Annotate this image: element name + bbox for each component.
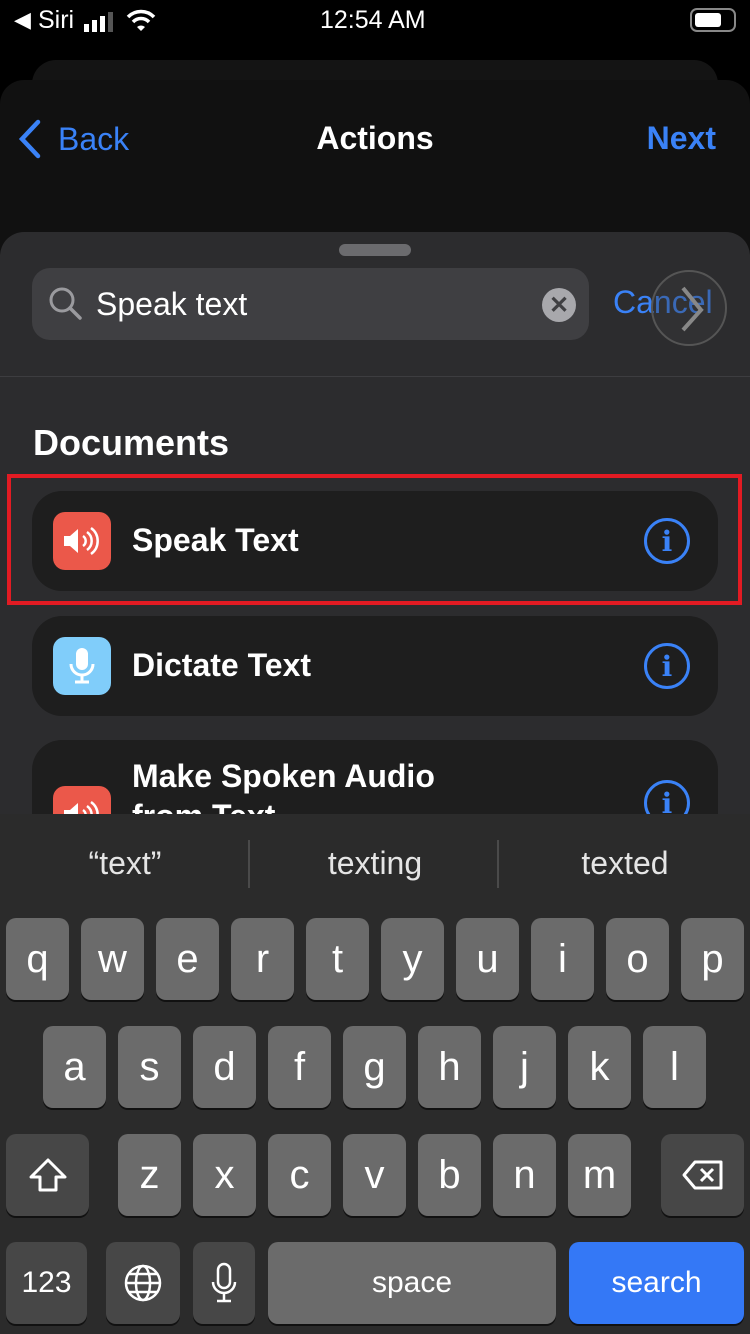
key-o[interactable]: o bbox=[606, 918, 669, 1000]
globe-key[interactable] bbox=[106, 1242, 180, 1324]
action-label: Dictate Text bbox=[132, 647, 312, 683]
back-arrow-icon[interactable]: ◀ bbox=[14, 7, 31, 33]
key-r[interactable]: r bbox=[231, 918, 294, 1000]
key-b[interactable]: b bbox=[418, 1134, 481, 1216]
sheet-grabber[interactable] bbox=[339, 244, 411, 256]
numbers-key[interactable]: 123 bbox=[6, 1242, 87, 1324]
battery-icon bbox=[690, 8, 736, 32]
search-icon bbox=[49, 287, 82, 320]
section-title: Documents bbox=[33, 422, 230, 463]
key-u[interactable]: u bbox=[456, 918, 519, 1000]
key-s[interactable]: s bbox=[118, 1026, 181, 1108]
clock: 12:54 AM bbox=[320, 6, 426, 34]
key-e[interactable]: e bbox=[156, 918, 219, 1000]
microphone-icon bbox=[211, 1262, 237, 1303]
back-app-label[interactable]: Siri bbox=[38, 6, 74, 35]
key-h[interactable]: h bbox=[418, 1026, 481, 1108]
delete-key[interactable] bbox=[661, 1134, 744, 1216]
suggestion[interactable]: texted bbox=[500, 814, 750, 912]
key-m[interactable]: m bbox=[568, 1134, 631, 1216]
key-w[interactable]: w bbox=[81, 918, 144, 1000]
page-title: Actions bbox=[316, 120, 434, 156]
key-x[interactable]: x bbox=[193, 1134, 256, 1216]
status-bar: ◀ Siri 12:54 AM bbox=[0, 0, 750, 40]
key-v[interactable]: v bbox=[343, 1134, 406, 1216]
next-button[interactable]: Next bbox=[647, 120, 716, 157]
key-p[interactable]: p bbox=[681, 918, 744, 1000]
key-g[interactable]: g bbox=[343, 1026, 406, 1108]
clear-search-icon[interactable]: ✕ bbox=[542, 288, 576, 322]
key-t[interactable]: t bbox=[306, 918, 369, 1000]
search-field[interactable]: Speak text ✕ bbox=[32, 268, 589, 340]
key-j[interactable]: j bbox=[493, 1026, 556, 1108]
signal-icon bbox=[84, 10, 116, 32]
key-l[interactable]: l bbox=[643, 1026, 706, 1108]
selection-highlight bbox=[7, 474, 742, 605]
microphone-icon bbox=[53, 637, 111, 695]
keyboard: “text” texting texted qwertyuiop asdfghjk… bbox=[0, 814, 750, 1334]
key-a[interactable]: a bbox=[43, 1026, 106, 1108]
nav-bar: Back Actions Next bbox=[0, 110, 750, 164]
assistive-touch-chevron-icon[interactable] bbox=[651, 270, 727, 346]
suggestion[interactable]: texting bbox=[250, 814, 500, 912]
space-key[interactable]: space bbox=[268, 1242, 556, 1324]
backspace-icon bbox=[682, 1160, 722, 1190]
key-i[interactable]: i bbox=[531, 918, 594, 1000]
info-icon[interactable]: i bbox=[644, 643, 690, 689]
wifi-icon bbox=[126, 8, 156, 39]
key-q[interactable]: q bbox=[6, 918, 69, 1000]
shift-key[interactable] bbox=[6, 1134, 89, 1216]
dictation-key[interactable] bbox=[193, 1242, 255, 1324]
search-input[interactable]: Speak text bbox=[96, 286, 247, 323]
action-row-dictate-text[interactable]: Dictate Text i bbox=[32, 616, 718, 716]
divider bbox=[497, 840, 499, 888]
key-d[interactable]: d bbox=[193, 1026, 256, 1108]
key-f[interactable]: f bbox=[268, 1026, 331, 1108]
key-k[interactable]: k bbox=[568, 1026, 631, 1108]
key-z[interactable]: z bbox=[118, 1134, 181, 1216]
key-n[interactable]: n bbox=[493, 1134, 556, 1216]
key-c[interactable]: c bbox=[268, 1134, 331, 1216]
divider bbox=[0, 376, 750, 377]
globe-icon bbox=[124, 1264, 162, 1302]
key-y[interactable]: y bbox=[381, 918, 444, 1000]
suggestion[interactable]: “text” bbox=[0, 814, 250, 912]
shift-icon bbox=[29, 1158, 66, 1192]
search-key[interactable]: search bbox=[569, 1242, 744, 1324]
